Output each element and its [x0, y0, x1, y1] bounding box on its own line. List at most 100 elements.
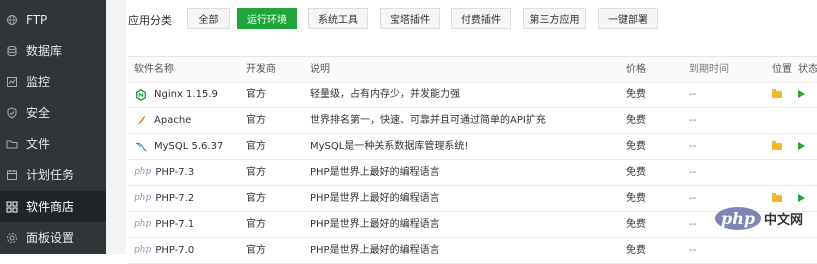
nginx-icon [134, 88, 148, 102]
header-price: 价格 [626, 64, 646, 75]
software-developer: 官方 [246, 89, 266, 100]
category-button-system-tools[interactable]: 系统工具 [308, 8, 368, 29]
play-icon[interactable] [798, 142, 805, 150]
software-price: 免费 [626, 115, 646, 126]
php-icon: php [134, 167, 152, 177]
sidebar-item-label: 软件商店 [26, 200, 75, 214]
database-icon [6, 45, 18, 57]
sidebar-item-ftp[interactable]: FTP [0, 4, 106, 35]
sidebar-item-panel-settings[interactable]: 面板设置 [0, 222, 106, 253]
category-label: 应用分类 [128, 14, 172, 27]
software-developer: 官方 [246, 245, 266, 256]
software-expire: -- [689, 89, 697, 100]
category-button-paid-plugins[interactable]: 付费插件 [451, 8, 511, 29]
sidebar-item-security[interactable]: 安全 [0, 97, 106, 128]
category-button-one-click-deploy[interactable]: 一键部署 [598, 8, 658, 29]
sidebar-item-software-store[interactable]: 软件商店 [0, 191, 106, 222]
sidebar-item-database[interactable]: 数据库 [0, 35, 106, 66]
software-description: 世界排名第一，快速、可靠并且可通过简单的API扩充 [310, 115, 546, 126]
shield-icon [6, 106, 18, 119]
settings-icon [6, 232, 18, 244]
software-price: 免费 [626, 245, 646, 256]
table-row: MySQL 5.6.37 官方 MySQL是一种关系数据库管理系统! 免费 -- [128, 134, 817, 160]
software-developer: 官方 [246, 193, 266, 204]
table-row: php PHP-7.2 官方 PHP是世界上最好的编程语言 免费 -- [128, 186, 817, 212]
header-description: 说明 [310, 64, 330, 75]
folder-icon[interactable] [772, 89, 782, 98]
table-header: 软件名称 开发商 说明 价格 到期时间 位置 状态 [128, 57, 817, 83]
watermark: php 中文网 [715, 207, 803, 230]
software-description: PHP是世界上最好的编程语言 [310, 167, 440, 178]
category-button-third-party[interactable]: 第三方应用 [523, 8, 586, 29]
software-developer: 官方 [246, 167, 266, 178]
sidebar-item-label: FTP [26, 12, 48, 27]
table-row: php PHP-7.0 官方 PHP是世界上最好的编程语言 免费 -- [128, 238, 817, 264]
folder-icon[interactable] [772, 193, 782, 202]
category-button-bt-plugins[interactable]: 宝塔插件 [380, 8, 440, 29]
software-name: PHP-7.2 [155, 193, 195, 204]
software-expire: -- [689, 115, 697, 126]
software-developer: 官方 [246, 115, 266, 126]
watermark-logo: php [715, 207, 762, 230]
watermark-text: 中文网 [764, 213, 804, 228]
sidebar-item-monitor[interactable]: 监控 [0, 66, 106, 97]
category-bar: 应用分类 全部 运行环境 系统工具 宝塔插件 付费插件 第三方应用 一键部署 [126, 0, 817, 40]
software-developer: 官方 [246, 219, 266, 230]
software-name: Nginx 1.15.9 [154, 89, 218, 100]
software-expire: -- [689, 141, 697, 152]
software-name: PHP-7.0 [155, 245, 195, 256]
software-description: PHP是世界上最好的编程语言 [310, 245, 440, 256]
monitor-icon [6, 76, 18, 88]
sidebar-item-files[interactable]: 文件 [0, 128, 106, 159]
software-name: PHP-7.1 [155, 219, 195, 230]
folder-icon [6, 138, 18, 150]
sidebar-item-label: 安全 [26, 106, 51, 120]
software-price: 免费 [626, 193, 646, 204]
table-row: php PHP-7.3 官方 PHP是世界上最好的编程语言 免费 -- [128, 160, 817, 186]
apache-feather-icon [134, 114, 148, 128]
play-icon[interactable] [798, 90, 805, 98]
php-icon: php [134, 219, 152, 229]
play-icon[interactable] [798, 194, 805, 202]
sidebar-item-label: 面板设置 [26, 231, 75, 245]
sidebar-item-label: 数据库 [26, 44, 63, 58]
software-table: 软件名称 开发商 说明 价格 到期时间 位置 状态 Nginx 1.15.9 官… [128, 56, 817, 264]
software-panel: 应用分类 全部 运行环境 系统工具 宝塔插件 付费插件 第三方应用 一键部署 软… [126, 0, 817, 264]
software-developer: 官方 [246, 141, 266, 152]
sidebar-item-label: 计划任务 [26, 168, 75, 182]
main-area: 应用分类 全部 运行环境 系统工具 宝塔插件 付费插件 第三方应用 一键部署 软… [106, 0, 817, 264]
software-name: Apache [154, 115, 192, 126]
category-button-all[interactable]: 全部 [187, 8, 230, 29]
header-name: 软件名称 [134, 64, 174, 75]
software-expire: -- [689, 245, 697, 256]
sidebar-item-label: 文件 [26, 137, 51, 151]
php-icon: php [134, 193, 152, 203]
globe-icon [6, 14, 18, 26]
software-description: PHP是世界上最好的编程语言 [310, 219, 440, 230]
software-name: MySQL 5.6.37 [154, 141, 224, 152]
software-price: 免费 [626, 141, 646, 152]
software-expire: -- [689, 167, 697, 178]
software-price: 免费 [626, 89, 646, 100]
sidebar-item-cron[interactable]: 计划任务 [0, 159, 106, 190]
software-price: 免费 [626, 167, 646, 178]
php-icon: php [134, 245, 152, 255]
sidebar-item-label: 监控 [26, 75, 51, 89]
software-price: 免费 [626, 219, 646, 230]
header-developer: 开发商 [246, 64, 276, 75]
header-expire: 到期时间 [689, 64, 729, 75]
table-row: Nginx 1.15.9 官方 轻量级，占有内存少，并发能力强 免费 -- [128, 82, 817, 108]
sidebar: FTP 数据库 监控 安全 文件 计划任务 软件商店 面板设置 [0, 0, 106, 254]
software-name: PHP-7.3 [155, 167, 195, 178]
table-row: Apache 官方 世界排名第一，快速、可靠并且可通过简单的API扩充 免费 -… [128, 108, 817, 134]
table-row: php PHP-7.1 官方 PHP是世界上最好的编程语言 免费 -- [128, 212, 817, 238]
header-location: 位置 [772, 64, 792, 75]
folder-icon[interactable] [772, 141, 782, 150]
category-button-runtime[interactable]: 运行环境 [237, 8, 297, 29]
mysql-dolphin-icon [134, 140, 148, 154]
software-description: 轻量级，占有内存少，并发能力强 [310, 89, 460, 100]
grid-icon [6, 201, 18, 213]
software-description: MySQL是一种关系数据库管理系统! [310, 141, 469, 152]
calendar-icon [6, 169, 18, 181]
software-description: PHP是世界上最好的编程语言 [310, 193, 440, 204]
